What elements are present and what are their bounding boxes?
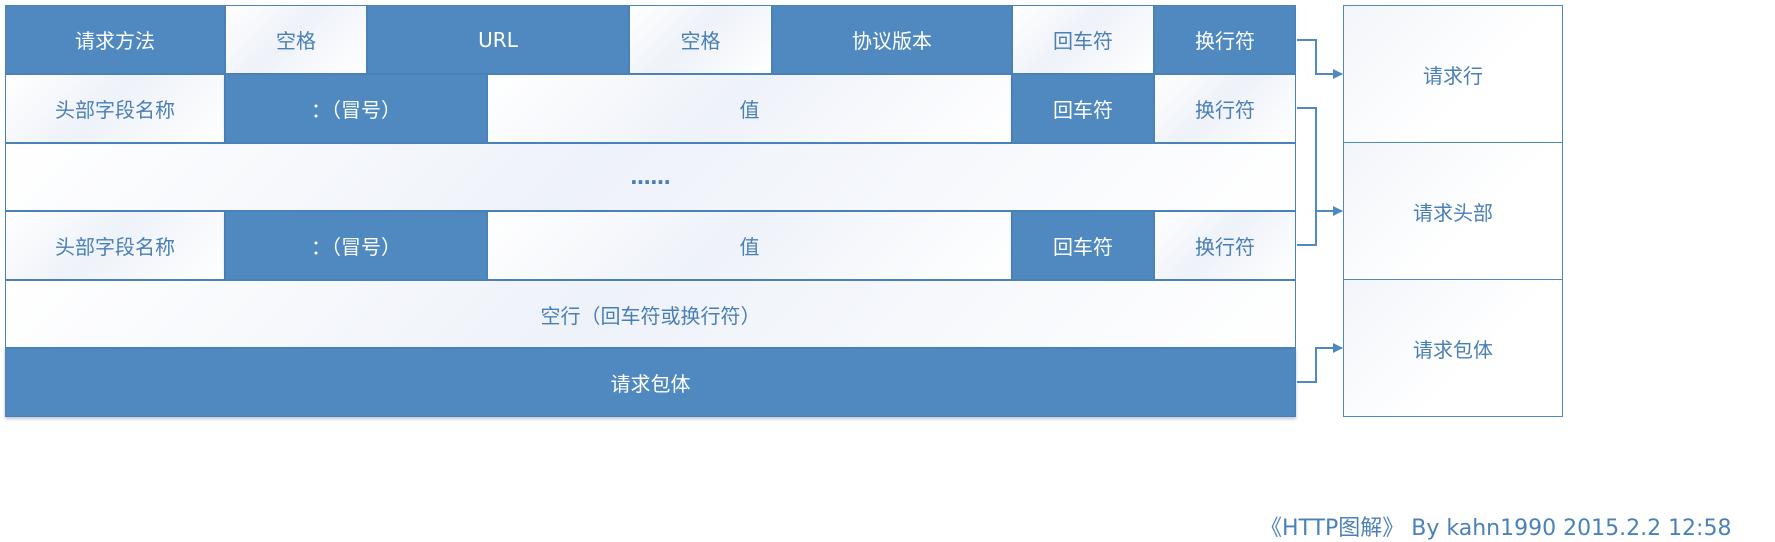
request-body-connector [1297, 343, 1343, 383]
footer-caption: 《HTTP图解》 By kahn1990 2015.2.2 12:58 [1260, 516, 1732, 541]
connector-lines [1297, 39, 1343, 383]
request-headers-connector [1297, 107, 1343, 246]
request-line-connector [1297, 39, 1343, 79]
